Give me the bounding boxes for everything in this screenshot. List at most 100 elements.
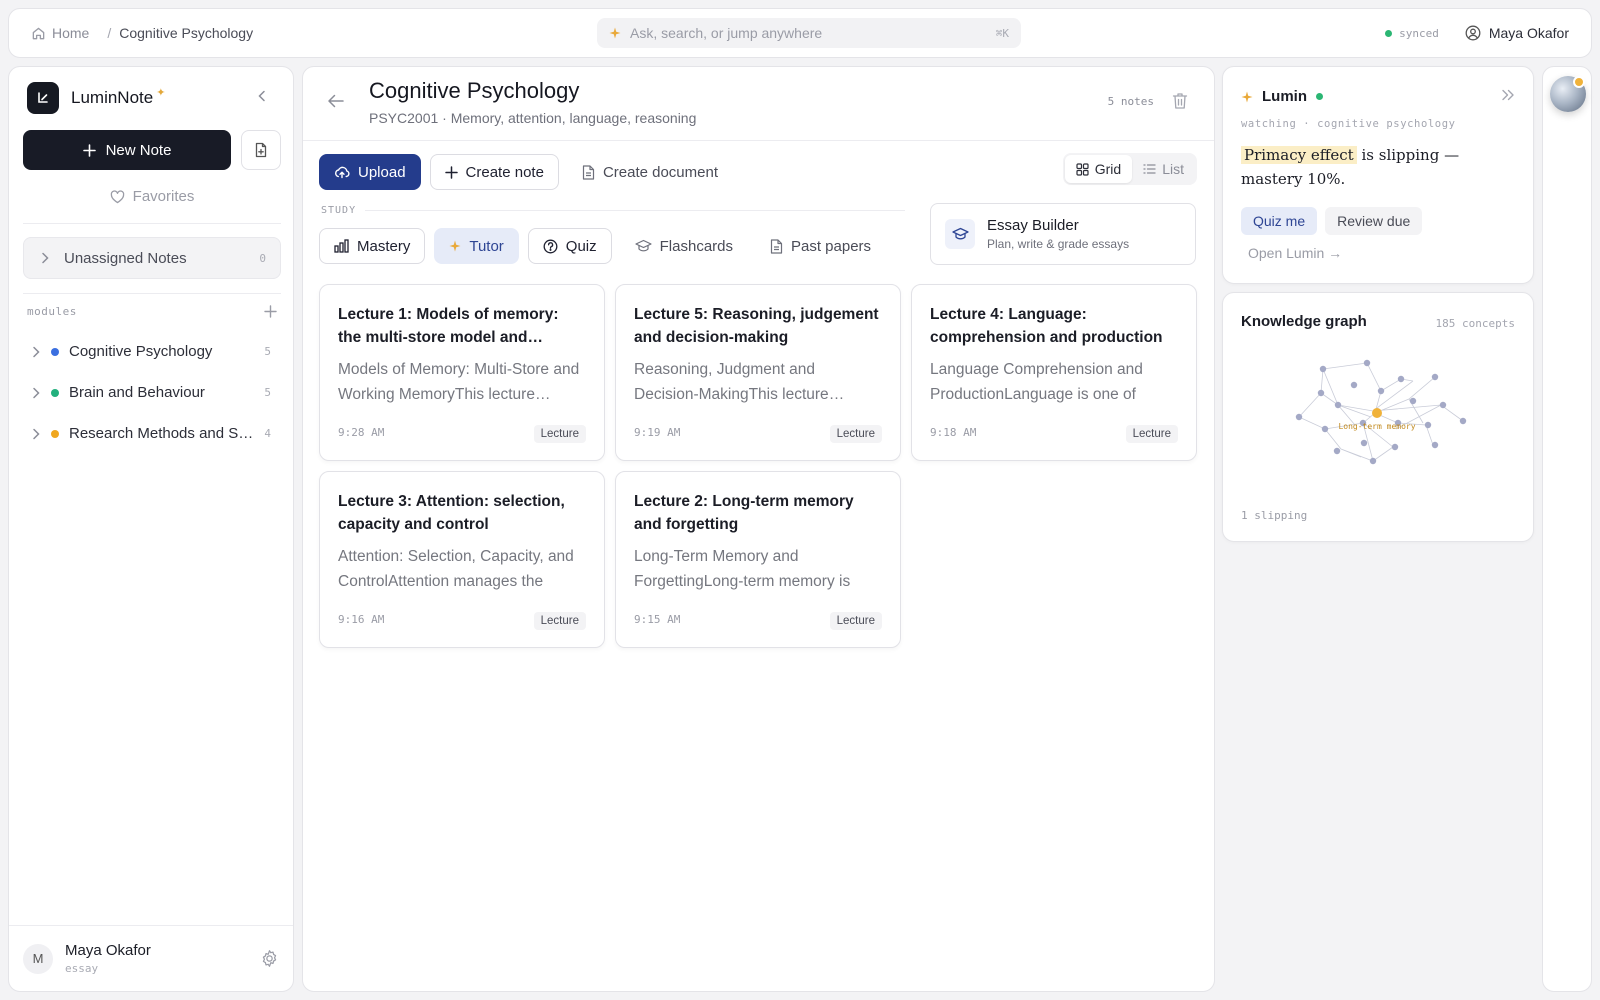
note-title: Lecture 5: Reasoning, judgement and deci…	[634, 306, 879, 346]
lumin-status-dot-icon	[1316, 93, 1323, 100]
module-name: Research Methods and Statistics	[69, 425, 254, 442]
favorites-link[interactable]: Favorites	[9, 188, 295, 205]
mastery-button[interactable]: Mastery	[319, 228, 426, 264]
note-preview: Reasoning, Judgment and Decision-MakingT…	[634, 361, 829, 403]
note-card[interactable]: Lecture 4: Language: comprehension and p…	[911, 284, 1197, 461]
note-card[interactable]: Lecture 3: Attention: selection, capacit…	[319, 471, 605, 648]
grid-label: Grid	[1094, 161, 1122, 177]
grid-icon	[1076, 162, 1089, 176]
create-document-label: Create document	[602, 163, 719, 181]
breadcrumb-home-label: Home	[52, 25, 90, 41]
note-time: 9:28 AM	[338, 426, 385, 439]
module-header: Cognitive Psychology PSYC2001 · Memory, …	[303, 67, 1214, 141]
review-due-button[interactable]: Review due	[1325, 207, 1423, 235]
collapse-sidebar-button[interactable]	[255, 89, 269, 103]
upload-button[interactable]: Upload	[319, 154, 421, 190]
study-tools: Mastery Tutor Quiz Flashcards Past paper…	[319, 228, 885, 264]
mastery-label: Mastery	[357, 237, 411, 255]
sparkle-icon	[609, 27, 621, 39]
create-document-button[interactable]: Create document	[568, 154, 732, 190]
search-bar[interactable]: ⌘K	[597, 18, 1021, 48]
import-file-button[interactable]	[241, 130, 281, 170]
user-role: essay	[65, 962, 99, 975]
add-module-button[interactable]	[264, 305, 277, 318]
action-bar: Upload Create note Create document	[319, 154, 732, 190]
settings-button[interactable]	[260, 949, 279, 968]
app-logo-icon	[27, 82, 59, 114]
chevrons-right-icon	[1501, 89, 1515, 101]
breadcrumb-current[interactable]: Cognitive Psychology	[119, 25, 253, 41]
top-bar: Home / Cognitive Psychology ⌘K synced Ma…	[8, 8, 1592, 58]
note-time: 9:16 AM	[338, 613, 385, 626]
module-name: Cognitive Psychology	[69, 343, 213, 360]
modules-header: modules	[27, 305, 277, 318]
insight-highlight[interactable]: Primacy effect	[1241, 146, 1357, 164]
quiz-label: Quiz	[565, 237, 597, 255]
note-card[interactable]: Lecture 5: Reasoning, judgement and deci…	[615, 284, 901, 461]
knowledge-graph-visual[interactable]: Long-term memory	[1223, 343, 1535, 503]
grid-view-toggle[interactable]: Grid	[1064, 155, 1133, 183]
document-icon	[582, 164, 595, 180]
lumin-watching: watching · cognitive psychology	[1241, 118, 1456, 130]
avatar[interactable]: M	[23, 943, 53, 974]
expand-lumin-button[interactable]	[1501, 89, 1515, 101]
focus-node[interactable]	[1372, 408, 1382, 418]
modules-label: modules	[27, 305, 77, 318]
knowledge-graph-footer: 1 slipping	[1241, 509, 1308, 522]
trash-icon	[1172, 92, 1188, 110]
unassigned-notes-label: Unassigned Notes	[64, 249, 187, 267]
list-view-toggle[interactable]: List	[1132, 155, 1195, 183]
module-color-dot	[51, 388, 59, 397]
create-note-label: Create note	[465, 163, 544, 181]
question-circle-icon	[543, 239, 558, 254]
new-note-label: New Note	[105, 141, 172, 159]
note-card[interactable]: Lecture 1: Models of memory: the multi-s…	[319, 284, 605, 461]
sidebar-divider	[23, 223, 281, 224]
note-preview: Language Comprehension and ProductionLan…	[930, 361, 1143, 403]
note-preview: Attention: Selection, Capacity, and Cont…	[338, 548, 574, 590]
study-divider	[365, 210, 905, 211]
brand[interactable]: LuminNote ✦	[27, 82, 165, 114]
note-time: 9:19 AM	[634, 426, 681, 439]
past-papers-button[interactable]: Past papers	[756, 228, 885, 264]
assistant-rail	[1542, 66, 1592, 992]
lumin-actions: Quiz me Review due	[1241, 207, 1423, 235]
knowledge-graph-count: 185 concepts	[1435, 317, 1515, 330]
quiz-button[interactable]: Quiz	[527, 228, 612, 264]
tutor-button[interactable]: Tutor	[434, 228, 519, 264]
sidebar-item-brain-and-behaviour[interactable]: Brain and Behaviour 5	[31, 372, 271, 413]
flashcards-button[interactable]: Flashcards	[621, 228, 747, 264]
tutor-label: Tutor	[469, 237, 504, 255]
note-title: Lecture 4: Language: comprehension and p…	[930, 306, 1163, 346]
user-name: Maya Okafor	[65, 942, 151, 959]
list-label: List	[1162, 161, 1184, 177]
search-input[interactable]	[630, 25, 987, 41]
graduation-cap-icon	[945, 219, 975, 249]
module-count: 5	[264, 345, 271, 358]
note-preview: Long-Term Memory and ForgettingLong-term…	[634, 548, 851, 590]
open-lumin-link[interactable]: Open Lumin →	[1248, 245, 1342, 261]
bar-chart-icon	[334, 239, 349, 253]
note-title: Lecture 2: Long-term memory and forgetti…	[634, 493, 854, 533]
module-count: 4	[264, 427, 271, 440]
note-card[interactable]: Lecture 2: Long-term memory and forgetti…	[615, 471, 901, 648]
create-note-button[interactable]: Create note	[429, 154, 559, 190]
essay-builder-card[interactable]: Essay Builder Plan, write & grade essays	[930, 203, 1196, 265]
sidebar-item-cognitive-psychology[interactable]: Cognitive Psychology 5	[31, 331, 271, 372]
breadcrumb-separator: /	[107, 25, 112, 41]
chevron-right-icon	[31, 346, 41, 358]
study-section-label: STUDY	[321, 205, 357, 216]
sidebar-item-research-methods[interactable]: Research Methods and Statistics 4	[31, 413, 271, 454]
sidebar-footer: M Maya Okafor essay	[9, 925, 293, 991]
delete-module-button[interactable]	[1172, 92, 1188, 110]
module-color-dot	[51, 429, 59, 438]
knowledge-graph-card[interactable]: Knowledge graph 185 concepts Long-term m…	[1222, 292, 1534, 542]
back-button[interactable]	[327, 93, 345, 109]
user-menu[interactable]: Maya Okafor	[1465, 25, 1569, 41]
quiz-me-button[interactable]: Quiz me	[1241, 207, 1318, 235]
page-subtitle: PSYC2001 · Memory, attention, language, …	[369, 110, 697, 126]
breadcrumb-home[interactable]: Home	[31, 25, 89, 41]
module-color-dot	[51, 347, 59, 356]
new-note-button[interactable]: New Note	[23, 130, 231, 170]
unassigned-notes-item[interactable]: Unassigned Notes 0	[23, 237, 281, 279]
